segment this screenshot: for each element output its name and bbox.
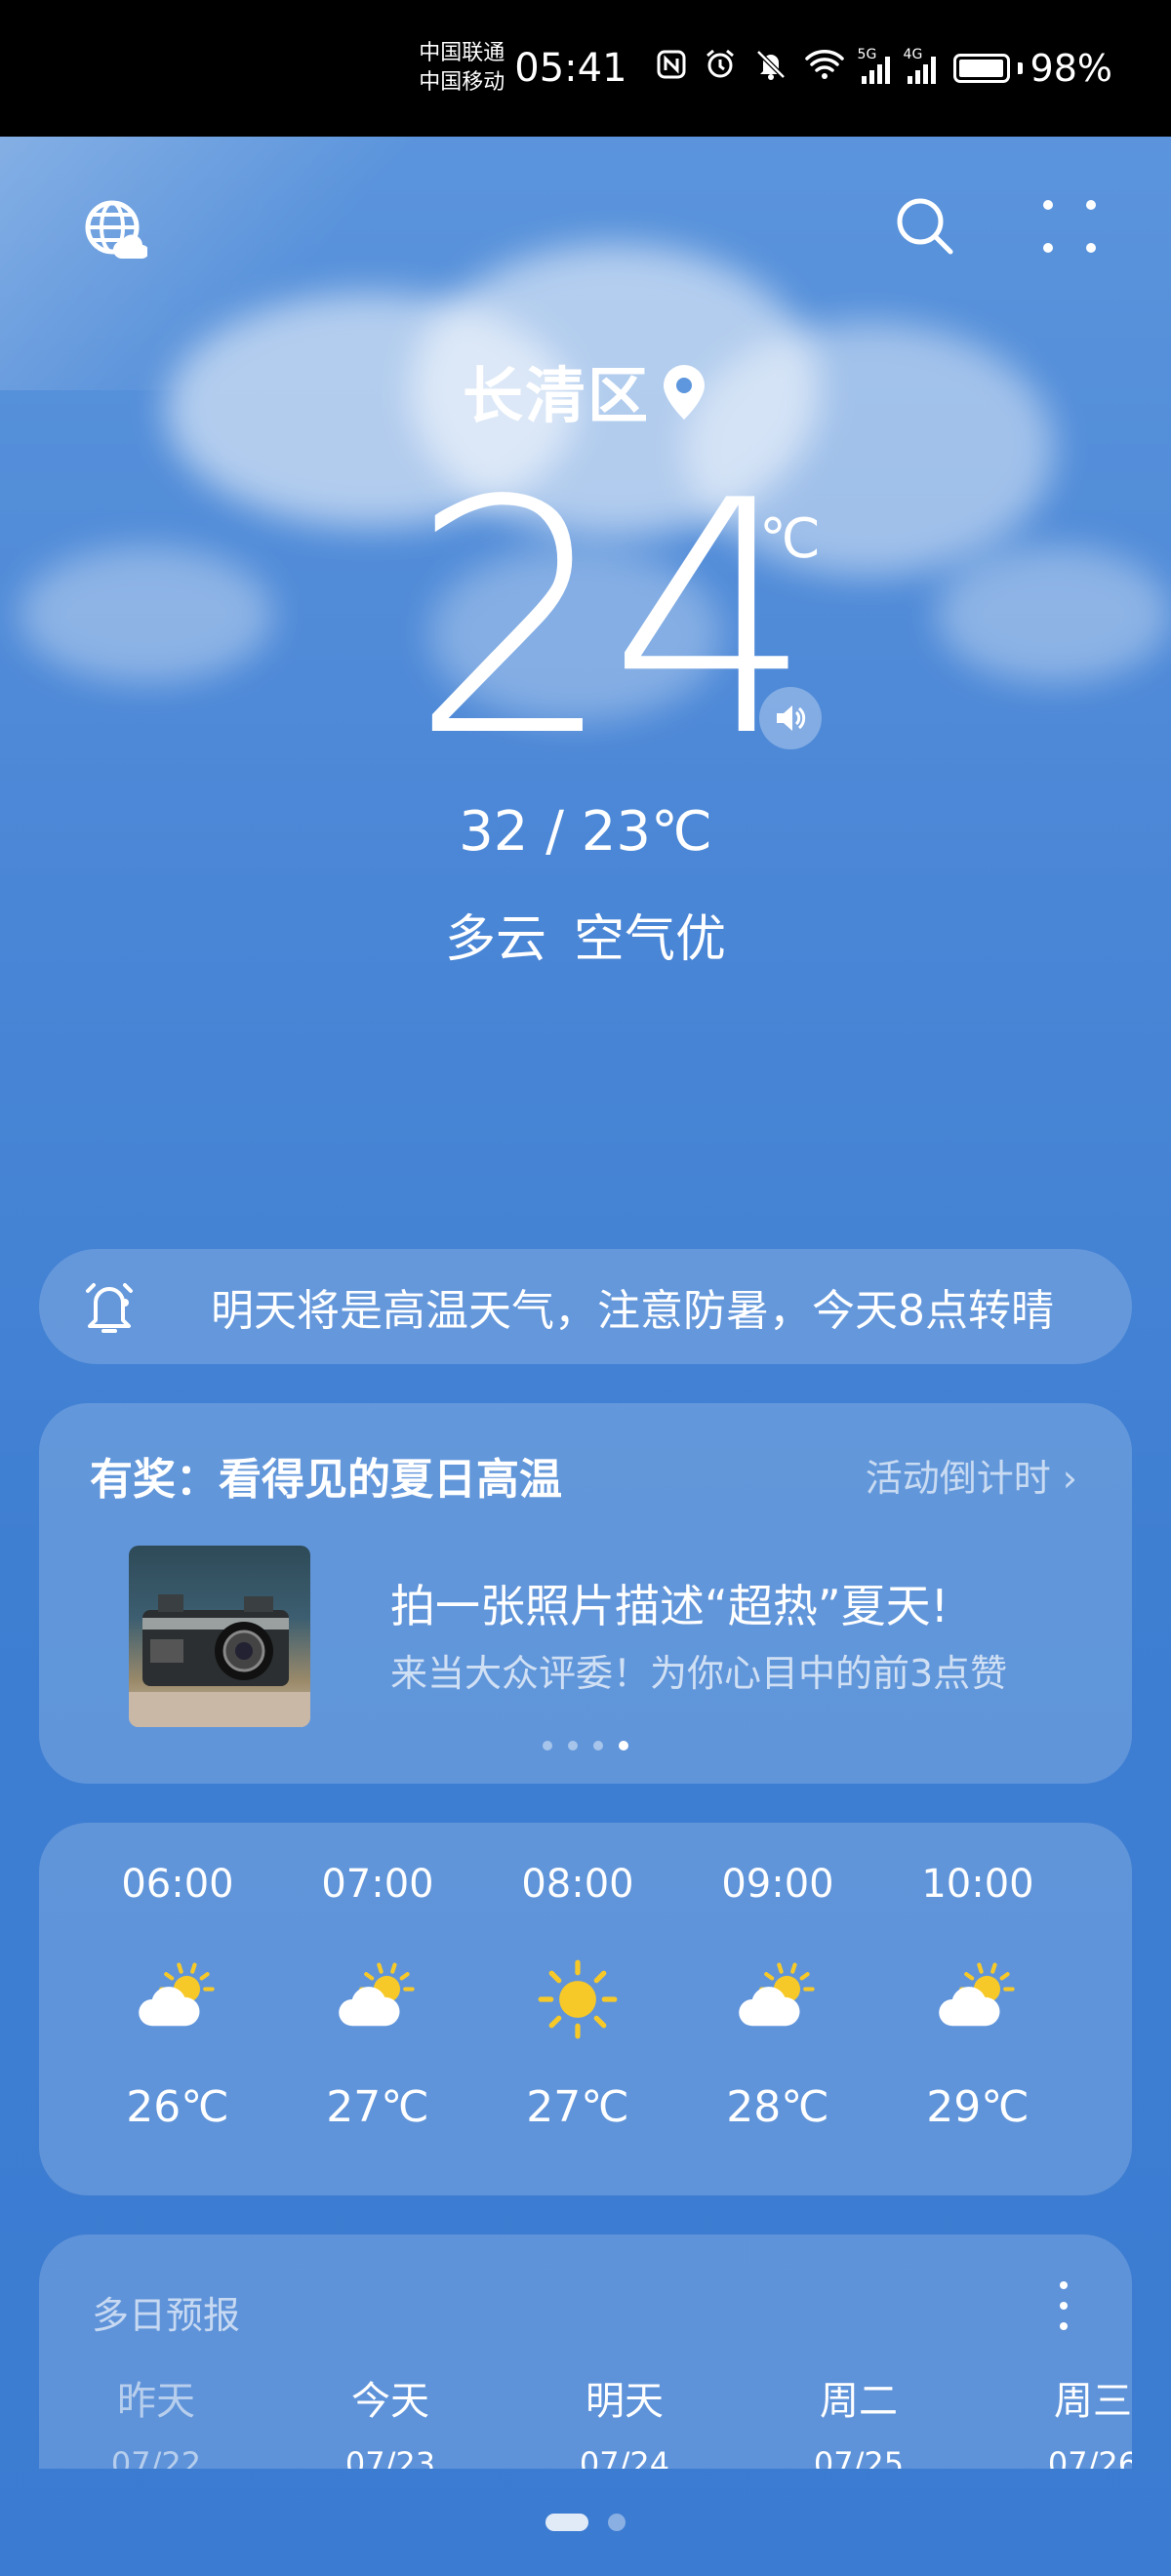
location-pin-icon — [660, 363, 708, 436]
hourly-item: 09:00 28℃ — [690, 1862, 866, 2132]
carousel-dot — [568, 1741, 578, 1751]
temperature-range: 32 / 23℃ — [459, 800, 712, 864]
carrier-1: 中国联通 — [419, 41, 505, 65]
daily-more-button[interactable] — [1054, 2281, 1073, 2330]
weather-alert-banner[interactable]: 明天将是高温天气，注意防暑，今天8点转晴 — [39, 1249, 1132, 1364]
bell-icon — [82, 1277, 160, 1336]
hour-temp: 27℃ — [526, 2082, 629, 2132]
hour-time: 09:00 — [721, 1862, 834, 1907]
hourly-forecast[interactable]: 06:00 26℃ 07:00 27℃ 08:00 27℃ 09:00 28℃ 10:00 29℃… — [39, 1823, 1132, 2195]
temperature-unit: ℃ — [759, 507, 821, 571]
hour-temp: 26℃ — [126, 2082, 229, 2132]
cities-button[interactable] — [80, 195, 150, 265]
cloud-decoration — [937, 546, 1171, 683]
daily-forecast[interactable]: 多日预报 昨天 07/22 今天 07/23 明天 07/24 周二 07/25 周三 07/26 — [39, 2234, 1132, 2469]
status-bar: 中国联通 中国移动 05:41 5G 4G 98% — [0, 0, 1171, 137]
net-5g-label: 5G — [857, 47, 877, 62]
condition-line: 多云 空气优 — [0, 898, 1171, 971]
promo-subtitle: 来当大众评委！为你心目中的前3点赞 — [390, 1652, 1008, 1695]
partly-cloudy-icon — [690, 1946, 866, 2053]
more-dots-icon — [1043, 200, 1096, 253]
hourly-item: 08:00 27℃ — [490, 1862, 666, 2132]
countdown-label: 活动倒计时 — [865, 1457, 1051, 1500]
hourly-item: 11 31 — [1090, 1862, 1132, 2132]
hour-temp: 28℃ — [726, 2082, 829, 2132]
carousel-indicator — [39, 1741, 1132, 1751]
day-name: 昨天 — [117, 2379, 195, 2424]
carousel-dot — [619, 1741, 628, 1751]
partly-cloudy-icon — [890, 1946, 1066, 2053]
weather-condition: 多云 — [444, 910, 546, 969]
search-icon — [897, 198, 953, 255]
mute-icon — [754, 48, 787, 89]
hour-time: 10:00 — [921, 1862, 1034, 1907]
partly-cloudy-icon — [290, 1946, 465, 2053]
more-menu-button[interactable] — [1034, 191, 1105, 262]
globe-cloud-icon — [85, 200, 147, 260]
camera-photo-thumbnail[interactable] — [129, 1546, 310, 1727]
cloud-decoration — [20, 546, 273, 683]
battery-indicator: 98% — [952, 47, 1112, 90]
carrier-2: 中国移动 — [419, 70, 505, 95]
city-name: 长清区 — [462, 360, 650, 431]
daily-item[interactable]: 昨天 07/22 — [68, 2369, 244, 2469]
status-time: 05:41 — [514, 46, 627, 91]
sunny-icon — [490, 1946, 666, 2053]
hour-time: 06:00 — [121, 1862, 234, 1907]
carousel-dot — [593, 1741, 603, 1751]
promo-card[interactable]: 有奖：看得见的夏日高温 活动倒计时 › 拍一张照片描述“超热”夏天! 来当大众评… — [39, 1403, 1132, 1784]
day-name: 周二 — [820, 2379, 898, 2424]
alarm-icon — [704, 48, 737, 89]
alert-text: 明天将是高温天气，注意防暑，今天8点转晴 — [211, 1286, 1054, 1336]
location-title[interactable]: 长清区 — [0, 346, 1171, 436]
battery-percent: 98% — [1030, 47, 1112, 90]
day-date: 07/23 — [344, 2445, 436, 2469]
day-date: 07/24 — [579, 2445, 670, 2469]
partly-cloudy-icon — [90, 1946, 265, 2053]
page-dot-active — [545, 2514, 588, 2531]
day-date: 07/26 — [1047, 2445, 1132, 2469]
vertical-dots-icon — [1060, 2281, 1068, 2289]
wifi-icon — [804, 49, 844, 88]
signal-5g-icon: 5G — [858, 47, 890, 84]
daily-item[interactable]: 今天 07/23 — [303, 2369, 478, 2469]
hour-temp: 31 — [1090, 2082, 1132, 2132]
daily-item[interactable]: 明天 07/24 — [537, 2369, 712, 2469]
day-date: 07/22 — [110, 2445, 202, 2469]
carrier-names: 中国联通 中国移动 — [419, 39, 505, 98]
promo-headline: 拍一张照片描述“超热”夏天! — [390, 1580, 949, 1632]
promo-title: 有奖：看得见的夏日高温 — [90, 1455, 562, 1505]
hour-time: 11 — [1090, 1862, 1132, 1907]
day-name: 周三 — [1054, 2379, 1132, 2424]
current-temperature: 24 — [410, 432, 814, 807]
daily-forecast-title: 多日预报 — [92, 2294, 241, 2337]
air-quality[interactable]: 空气优 — [574, 910, 726, 969]
chevron-right-icon: › — [1062, 1457, 1077, 1500]
hourly-item: 10:00 29℃ — [890, 1862, 1066, 2132]
daily-item[interactable]: 周三 07/26 — [1005, 2369, 1132, 2469]
battery-icon — [952, 54, 1010, 83]
page-dot — [608, 2514, 626, 2531]
hour-temp: 29℃ — [926, 2082, 1030, 2132]
hourly-item: 06:00 26℃ — [90, 1862, 265, 2132]
hourly-item: 07:00 27℃ — [290, 1862, 465, 2132]
day-name: 今天 — [351, 2379, 429, 2424]
signal-4g-icon: 4G — [904, 47, 936, 84]
hour-time: 07:00 — [321, 1862, 434, 1907]
daily-item[interactable]: 周二 07/25 — [771, 2369, 947, 2469]
hour-time: 08:00 — [521, 1862, 634, 1907]
carousel-dot — [543, 1741, 552, 1751]
day-date: 07/25 — [813, 2445, 905, 2469]
nfc-icon — [657, 50, 686, 87]
thunder-icon — [1090, 1946, 1132, 2053]
search-button[interactable] — [890, 191, 960, 262]
net-4g-label: 4G — [903, 47, 923, 62]
speaker-icon — [777, 705, 806, 731]
countdown-link[interactable]: 活动倒计时 › — [866, 1448, 1077, 1502]
hour-temp: 27℃ — [326, 2082, 429, 2132]
voice-broadcast-button[interactable] — [759, 687, 822, 749]
city-page-indicator — [0, 2514, 1171, 2531]
day-name: 明天 — [586, 2379, 664, 2424]
